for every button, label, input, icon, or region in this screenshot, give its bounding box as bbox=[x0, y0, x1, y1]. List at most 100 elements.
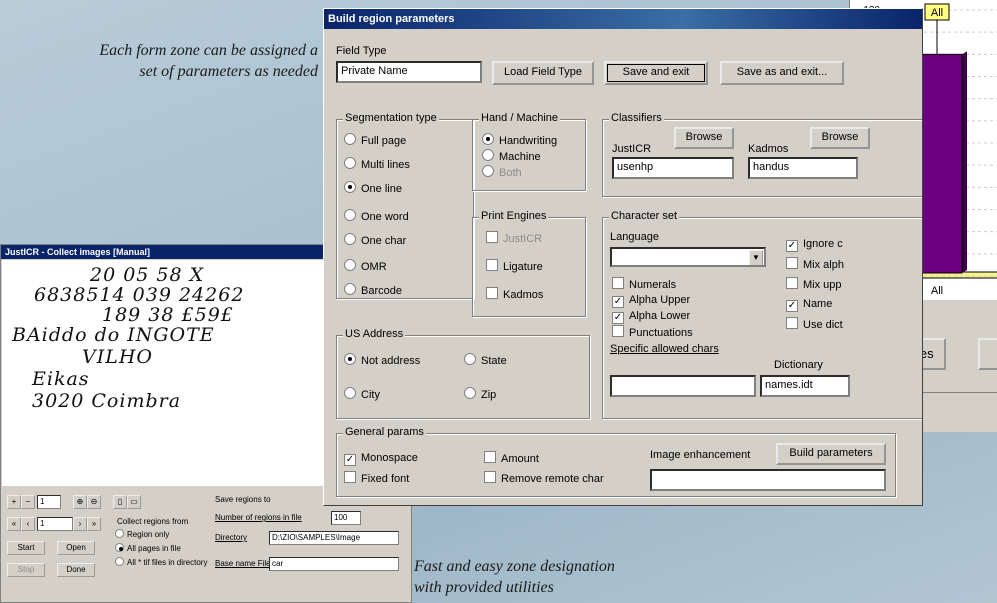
checkbox-icon: ✓ bbox=[612, 312, 624, 324]
segmentation-option[interactable]: One line bbox=[344, 181, 402, 196]
page-field[interactable]: 1 bbox=[37, 517, 73, 531]
charset-option[interactable]: Punctuations bbox=[612, 325, 693, 340]
radio-icon bbox=[344, 157, 356, 169]
specific-chars-input[interactable] bbox=[610, 375, 756, 397]
us-address-option[interactable]: State bbox=[464, 353, 507, 368]
segmentation-option[interactable]: Full page bbox=[344, 133, 406, 148]
radio-icon bbox=[344, 353, 356, 365]
data-label: All bbox=[931, 7, 943, 19]
number-field[interactable]: 100 bbox=[331, 511, 361, 525]
print-engine-option[interactable]: Ligature bbox=[486, 259, 543, 274]
field-type-input[interactable]: Private Name bbox=[336, 61, 482, 83]
segmentation-option[interactable]: Multi lines bbox=[344, 157, 410, 172]
image-enhancement-input[interactable] bbox=[650, 469, 886, 491]
collect-option-label: Region only bbox=[127, 530, 170, 539]
load-field-type-button[interactable]: Load Field Type bbox=[492, 61, 594, 85]
charset-option[interactable]: ✓ Alpha Lower bbox=[612, 309, 690, 324]
save-as-and-exit-button[interactable]: Save as and exit... bbox=[720, 61, 844, 85]
print-engine-option[interactable]: JustICR bbox=[486, 231, 542, 246]
zoom-field[interactable]: 1 bbox=[37, 495, 61, 509]
build-parameters-button[interactable]: Build parameters bbox=[776, 443, 886, 465]
kadmos-browse-button[interactable]: Browse bbox=[810, 127, 870, 149]
radio-icon bbox=[344, 259, 356, 271]
print-engine-option[interactable]: Kadmos bbox=[486, 287, 543, 302]
checkbox-icon bbox=[786, 257, 798, 269]
hand-machine-option-label: Machine bbox=[499, 151, 541, 163]
caption-top-line-1: Each form zone can be assigned a bbox=[99, 42, 318, 59]
zoom-out-icon[interactable]: − bbox=[21, 495, 35, 509]
directory-label: Directory bbox=[215, 533, 248, 542]
checkbox-icon bbox=[486, 231, 498, 243]
radio-icon bbox=[344, 283, 356, 295]
open-button[interactable]: Open bbox=[57, 541, 95, 555]
charset-option[interactable]: Mix alph bbox=[786, 257, 844, 272]
next-page-icon[interactable]: › bbox=[73, 517, 87, 531]
remove-remote-checkbox[interactable]: Remove remote char bbox=[484, 471, 604, 486]
handwriting-line: 6838514 039 24262 bbox=[34, 284, 245, 306]
chevron-down-icon[interactable]: ▼ bbox=[749, 250, 763, 265]
hand-machine-option[interactable]: Machine bbox=[482, 149, 541, 164]
charset-option-label: Alpha Upper bbox=[629, 294, 691, 306]
directory-field[interactable]: D:\ZIO\SAMPLES\Image bbox=[269, 531, 399, 545]
last-page-icon[interactable]: » bbox=[87, 517, 101, 531]
prev-page-icon[interactable]: ‹ bbox=[21, 517, 35, 531]
segmentation-label: Segmentation type bbox=[343, 112, 439, 124]
segmentation-option[interactable]: Barcode bbox=[344, 283, 402, 298]
collect-option[interactable]: Region only bbox=[115, 529, 169, 539]
first-page-icon[interactable]: « bbox=[7, 517, 21, 531]
fit-width-icon[interactable]: ▯ bbox=[113, 495, 127, 509]
monospace-label: Monospace bbox=[361, 452, 418, 464]
done-button[interactable]: Done bbox=[57, 563, 95, 577]
dictionary-input[interactable]: names.idt bbox=[760, 375, 850, 397]
charset-option-label: Numerals bbox=[629, 279, 677, 291]
charset-label: Character set bbox=[609, 210, 680, 222]
us-address-option[interactable]: Not address bbox=[344, 353, 420, 368]
zoom-in-icon[interactable]: + bbox=[7, 495, 21, 509]
fit-page-icon[interactable]: ▭ bbox=[127, 495, 141, 509]
fixed-font-checkbox[interactable]: Fixed font bbox=[344, 471, 409, 486]
collect-option-label: All * tif files in directory bbox=[127, 558, 208, 567]
print-engines-label: Print Engines bbox=[479, 210, 549, 222]
us-address-option[interactable]: Zip bbox=[464, 387, 496, 402]
justicr-browse-button[interactable]: Browse bbox=[674, 127, 734, 149]
us-address-option-label: Zip bbox=[481, 389, 497, 401]
radio-icon bbox=[482, 149, 494, 161]
segmentation-option[interactable]: One char bbox=[344, 233, 406, 248]
zoom-reset-icon[interactable]: ⊖ bbox=[87, 495, 101, 509]
charset-option[interactable]: Mix upp bbox=[786, 277, 842, 292]
language-select[interactable]: ▼ bbox=[610, 247, 766, 267]
save-and-exit-button[interactable]: Save and exit bbox=[604, 61, 708, 85]
zoom-fit-icon[interactable]: ⊕ bbox=[73, 495, 87, 509]
collect-option[interactable]: All * tif files in directory bbox=[115, 557, 207, 567]
kadmos-label: Kadmos bbox=[748, 143, 789, 155]
hand-machine-option[interactable]: Handwriting bbox=[482, 133, 557, 148]
charset-option[interactable]: Use dict bbox=[786, 317, 843, 332]
start-button[interactable]: Start bbox=[7, 541, 45, 555]
us-address-option[interactable]: City bbox=[344, 387, 380, 402]
next-button[interactable] bbox=[978, 338, 997, 370]
collect-option[interactable]: All pages in file bbox=[115, 543, 181, 553]
charset-option[interactable]: Numerals bbox=[612, 277, 676, 292]
dialog-title: Build region parameters bbox=[328, 13, 455, 25]
charset-option[interactable]: ✓ Alpha Upper bbox=[612, 293, 690, 308]
segmentation-option[interactable]: OMR bbox=[344, 259, 387, 274]
kadmos-classifier-input[interactable]: handus bbox=[748, 157, 858, 179]
general-params-label: General params bbox=[343, 426, 426, 438]
radio-icon bbox=[464, 353, 476, 365]
justicr-classifier-input[interactable]: usenhp bbox=[612, 157, 734, 179]
handwriting-line: Eikas bbox=[32, 368, 90, 390]
charset-option-label: Alpha Lower bbox=[629, 310, 691, 322]
stop-button[interactable]: Stop bbox=[7, 563, 45, 577]
hand-machine-option[interactable]: Both bbox=[482, 165, 522, 180]
monospace-checkbox[interactable]: ✓ Monospace bbox=[344, 451, 418, 466]
amount-checkbox[interactable]: Amount bbox=[484, 451, 539, 466]
charset-option[interactable]: ✓ Name bbox=[786, 297, 832, 312]
justicr-label: JustICR bbox=[612, 143, 652, 155]
radio-icon bbox=[344, 181, 356, 193]
basename-field[interactable]: car bbox=[269, 557, 399, 571]
handwriting-line: VILHO bbox=[82, 346, 153, 368]
print-engine-option-label: Ligature bbox=[503, 261, 543, 273]
collect-from-label: Collect regions from bbox=[117, 517, 189, 526]
segmentation-option[interactable]: One word bbox=[344, 209, 409, 224]
charset-option[interactable]: ✓ Ignore c bbox=[786, 237, 843, 252]
